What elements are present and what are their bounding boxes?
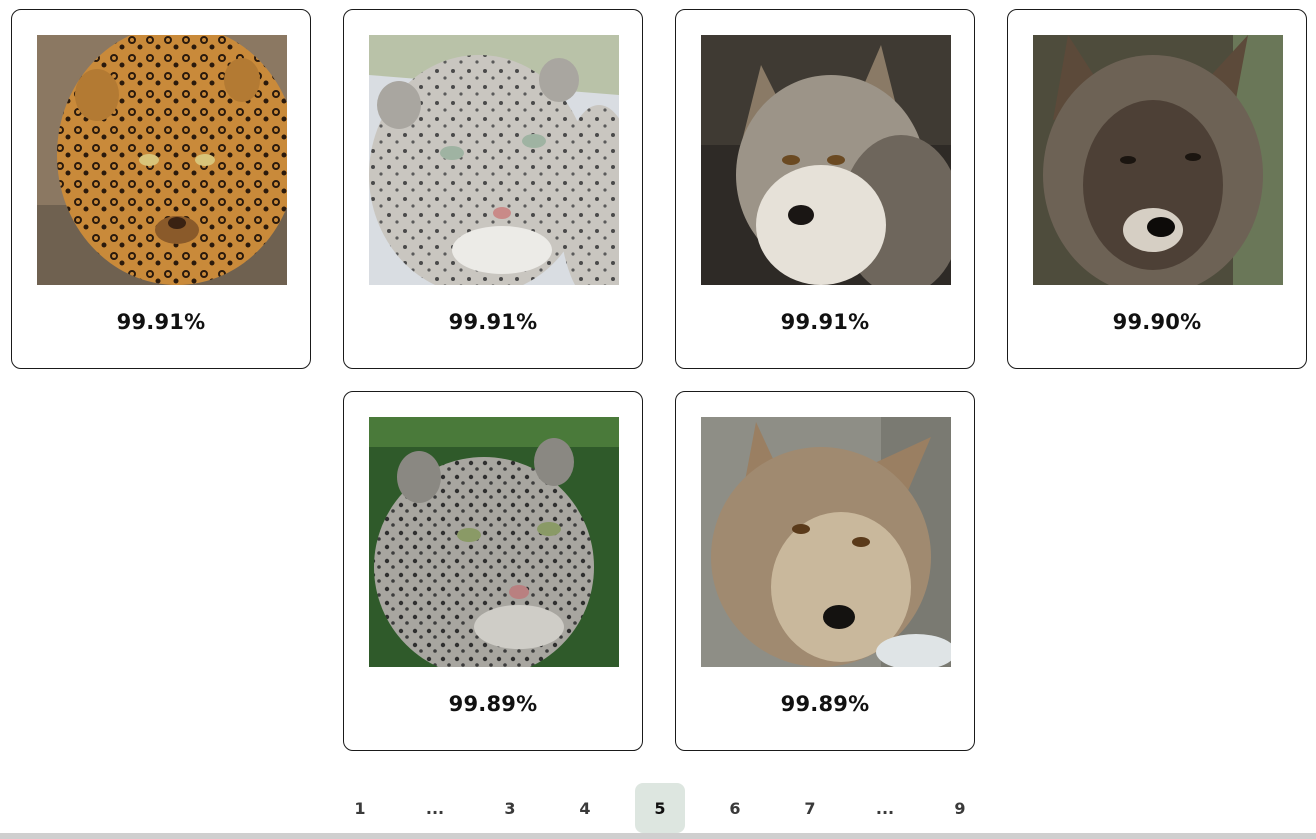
result-card[interactable]: 99.90%: [1007, 9, 1307, 369]
result-card[interactable]: 99.91%: [343, 9, 643, 369]
jaguar-photo: [37, 35, 287, 285]
confidence-score: 99.91%: [448, 310, 538, 334]
result-card[interactable]: 99.89%: [343, 391, 643, 751]
page-link[interactable]: 3: [485, 783, 535, 833]
result-card[interactable]: 99.89%: [675, 391, 975, 751]
wolf-photo: [701, 417, 951, 667]
results-page: 99.91% 99.91% 99.91% 99.90% 99.89% 99.89…: [0, 0, 1316, 839]
confidence-score: 99.90%: [1112, 310, 1202, 334]
result-card[interactable]: 99.91%: [11, 9, 311, 369]
confidence-score: 99.89%: [780, 692, 870, 716]
page-link[interactable]: 7: [785, 783, 835, 833]
page-ellipsis: ...: [425, 798, 445, 818]
page-link[interactable]: 1: [335, 783, 385, 833]
horizontal-scrollbar[interactable]: [0, 833, 1316, 839]
confidence-score: 99.91%: [780, 310, 870, 334]
pagination: 1 ... 3 4 5 6 7 ... 9: [335, 783, 1010, 833]
page-link-current[interactable]: 5: [635, 783, 685, 833]
result-card[interactable]: 99.91%: [675, 9, 975, 369]
page-link[interactable]: 4: [560, 783, 610, 833]
snow-leopard-photo: [369, 35, 619, 285]
page-ellipsis: ...: [875, 798, 895, 818]
page-link[interactable]: 9: [935, 783, 985, 833]
wolf-photo: [701, 35, 951, 285]
confidence-score: 99.89%: [448, 692, 538, 716]
confidence-score: 99.91%: [116, 310, 206, 334]
wolf-photo: [1033, 35, 1283, 285]
snow-leopard-photo: [369, 417, 619, 667]
page-link[interactable]: 6: [710, 783, 760, 833]
